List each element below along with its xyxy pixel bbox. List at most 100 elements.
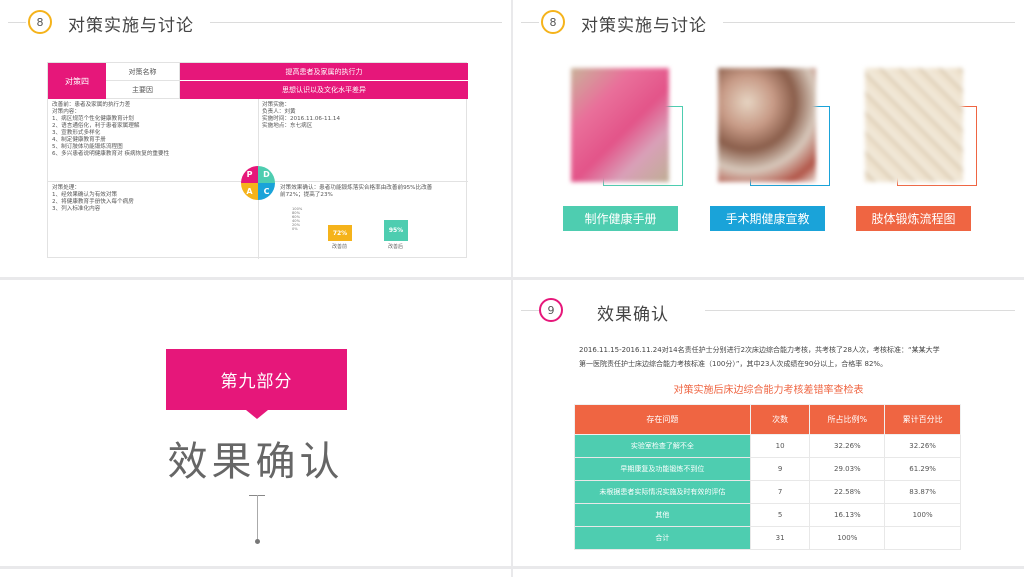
plan-line: 2、语言通俗化，利于患者家属理解: [52, 123, 140, 129]
header-line-left: [521, 310, 539, 311]
do-line: 对策实施：: [262, 102, 290, 108]
cell-problem: 其他: [574, 503, 751, 527]
cell-percent: 100%: [809, 526, 886, 550]
bar-before: 72%: [328, 225, 352, 241]
table-row: 未根据患者实际情况实施及时有效的评估 7 22.58% 83.87%: [574, 480, 961, 504]
act-quadrant: 对策处理： 1、经效果确认为有效对策 2、将健康教育手册快入每个病房 3、列入标…: [52, 185, 134, 213]
cell-problem: 合计: [574, 526, 751, 550]
cell-cumulative: 83.87%: [884, 480, 961, 504]
cell-count: 9: [749, 457, 811, 481]
header-line-left: [8, 22, 26, 23]
cell-percent: 29.03%: [809, 457, 886, 481]
check-line: 对策效果确认：患者功能锻炼落实合格率由改善前95%比改善: [280, 185, 433, 191]
exercise-flowchart-image: [865, 68, 963, 182]
cell-percent: 22.58%: [809, 480, 886, 504]
deco-dot: [255, 539, 260, 544]
slide-grid: 8 对策实施与讨论 对策四 对策名称 提高患者及家属的执行力 主要因 思想认识以…: [0, 0, 1024, 577]
plan-line: 3、宣教形式多样化: [52, 130, 101, 136]
slide-section-divider[interactable]: 第九部分 效果确认: [0, 280, 511, 566]
do-line: 实施时间：2016.11.06-11.14: [262, 116, 341, 122]
cell-cumulative: 32.26%: [884, 434, 961, 458]
plan-line: 对策内容：: [52, 109, 80, 115]
col-header: 累计百分比: [884, 404, 961, 435]
section-pointer: [246, 410, 268, 419]
slide-next-right[interactable]: [513, 569, 1024, 577]
plan-line: 1、病区规范个性化健康教育计划: [52, 116, 134, 122]
header-line-right: [723, 22, 1015, 23]
slide-effect-confirmation[interactable]: 9 效果确认 2016.11.15-2016.11.24对14名责任护士分别进行…: [513, 280, 1024, 566]
col-header: 所占比例%: [809, 404, 886, 435]
slide-title: 效果确认: [597, 305, 669, 325]
deco-line-vertical: [257, 495, 258, 541]
check-table: 存在问题 次数 所占比例% 累计百分比 实验室检查了解不全 10 32.26% …: [574, 404, 961, 550]
plan-line: 4、制定健康教育手册: [52, 137, 106, 143]
header-line-left: [521, 22, 539, 23]
plan-line: 5、制订肢体功能锻炼流程图: [52, 144, 123, 150]
table-header-row: 存在问题 次数 所占比例% 累计百分比: [574, 404, 961, 435]
slide-title: 对策实施与讨论: [581, 16, 707, 36]
paragraph-line: 第一医院责任护士床边综合能力考核标准（100分）”，其中23人次成绩在90分以上…: [579, 360, 888, 368]
section-title: 效果确认: [167, 439, 344, 485]
table-row: 早期康复及功能锻炼不到位 9 29.03% 61.29%: [574, 457, 961, 481]
plan-line: 6、多兴患者说明健康教育对 疾病恢复的重要性: [52, 151, 170, 157]
col-header: 存在问题: [574, 404, 751, 435]
cause-label: 主要因: [106, 81, 180, 99]
bar-before-label: 改善前: [332, 244, 348, 250]
bar-after: 95%: [384, 220, 408, 241]
table-row: 实验室检查了解不全 10 32.26% 32.26%: [574, 434, 961, 458]
cell-cumulative: 61.29%: [884, 457, 961, 481]
act-line: 对策处理：: [52, 185, 80, 191]
slide-countermeasure-table[interactable]: 8 对策实施与讨论 对策四 对策名称 提高患者及家属的执行力 主要因 思想认识以…: [0, 0, 511, 277]
name-label: 对策名称: [106, 63, 180, 81]
do-line: 负责人：刘黄: [262, 109, 296, 115]
education-button[interactable]: 手术期健康宣教: [710, 206, 825, 231]
health-manual-button[interactable]: 制作健康手册: [563, 206, 678, 231]
col-header: 次数: [749, 404, 811, 435]
check-quadrant: 对策效果确认：患者功能锻炼落实合格率由改善前95%比改善 前72%；提高了23%: [280, 185, 432, 199]
table-row: 其他 5 16.13% 100%: [574, 503, 961, 527]
table-total-row: 合计 31 100%: [574, 526, 961, 550]
cell-problem: 未根据患者实际情况实施及时有效的评估: [574, 480, 751, 504]
cell-count: 10: [749, 434, 811, 458]
slide-title: 对策实施与讨论: [68, 16, 194, 36]
result-paragraph: 2016.11.15-2016.11.24对14名责任护士分别进行2次床边综合能…: [579, 343, 969, 371]
health-manual-photo: [571, 68, 683, 186]
bar-after-label: 改善后: [388, 244, 404, 250]
section-number-badge: 8: [28, 10, 52, 34]
pdca-p: P: [241, 166, 258, 183]
pdca-wheel-icon: P D A C: [241, 166, 275, 200]
name-value: 提高患者及家属的执行力: [180, 63, 468, 81]
table-title: 对策实施后床边综合能力考核差错率查检表: [673, 385, 864, 396]
bar-after-value: 95%: [388, 227, 404, 234]
exercise-flowchart-photo: [865, 68, 977, 186]
strategy-label: 对策四: [48, 63, 106, 99]
before-after-bar-chart: 100% 80% 60% 40% 20% 0% 72% 95% 改善前 改善后: [292, 203, 442, 253]
section-number-badge: 9: [539, 298, 563, 322]
pdca-table: 对策四 对策名称 提高患者及家属的执行力 主要因 思想认识以及文化水平差异 改善…: [47, 62, 468, 259]
y-tick: 0%: [292, 227, 298, 231]
slide-implementation-photos[interactable]: 8 对策实施与讨论 制作健康手册 手术期健康宣教 肢体锻炼流程图: [513, 0, 1024, 277]
education-photo: [718, 68, 830, 186]
header-line-right: [210, 22, 502, 23]
pdca-c: C: [258, 183, 275, 200]
section-label-box: 第九部分: [166, 349, 347, 410]
act-line: 3、列入标准化内容: [52, 206, 101, 212]
cell-count: 31: [749, 526, 811, 550]
cell-cumulative: [884, 526, 961, 550]
cause-value: 思想认识以及文化水平差异: [180, 81, 468, 99]
slide-next-left[interactable]: [0, 569, 511, 577]
cell-problem: 早期康复及功能锻炼不到位: [574, 457, 751, 481]
exercise-flowchart-button[interactable]: 肢体锻炼流程图: [856, 206, 971, 231]
act-line: 2、将健康教育手册快入每个病房: [52, 199, 134, 205]
act-line: 1、经效果确认为有效对策: [52, 192, 118, 198]
cell-percent: 16.13%: [809, 503, 886, 527]
cell-count: 7: [749, 480, 811, 504]
section-number-badge: 8: [541, 10, 565, 34]
header-line-right: [705, 310, 1015, 311]
chart-y-axis: 100% 80% 60% 40% 20% 0%: [292, 207, 302, 231]
education-image: [718, 68, 816, 182]
do-line: 实施地点：东七病区: [262, 123, 313, 129]
pdca-d: D: [258, 166, 275, 183]
cell-count: 5: [749, 503, 811, 527]
bar-before-value: 72%: [332, 229, 348, 237]
